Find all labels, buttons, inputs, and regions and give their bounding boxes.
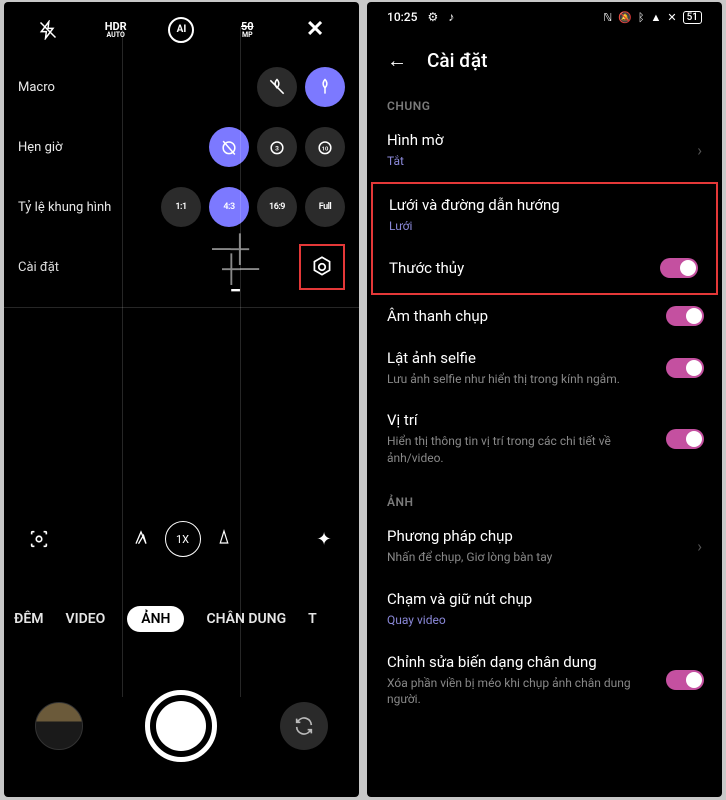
distortion-item[interactable]: Chỉnh sửa biến dạng chân dung Xóa phần v… [367, 641, 722, 721]
no-sim-icon: ✕ [667, 11, 676, 24]
mode-strip[interactable]: ĐÊM VIDEO ẢNH CHÂN DUNG T [4, 606, 359, 632]
settings-screen: 10:25 ⚙ ♪ ℕ 🔕 ᛒ ▲ ✕ 51 ← Cài đặt CHUNG H… [367, 2, 722, 797]
level-indicator-icon: ─┼ ┼─ ━ [212, 236, 259, 298]
settings-gear-highlight[interactable] [299, 244, 345, 290]
shutter-row [4, 690, 359, 762]
location-toggle[interactable] [666, 429, 704, 449]
zoom-1x-button[interactable]: 1X [165, 521, 201, 557]
level-toggle[interactable] [660, 258, 698, 278]
grid-item[interactable]: Lưới và đường dẫn hướng Lưới [373, 184, 716, 247]
settings-title: Cài đặt [427, 49, 487, 72]
timer-row: Hẹn giờ 3 10 [4, 117, 359, 177]
gallery-thumbnail[interactable] [35, 702, 83, 750]
sound-toggle[interactable] [666, 306, 704, 326]
status-time: 10:25 [387, 10, 417, 24]
close-icon[interactable]: ✕ [300, 15, 330, 45]
aspect-4-3-chip[interactable]: 4:3 [209, 187, 249, 227]
timer-label: Hẹn giờ [18, 140, 201, 155]
timer-off-chip[interactable] [209, 127, 249, 167]
svg-text:3: 3 [275, 144, 279, 152]
filters-icon[interactable]: ✦ [309, 524, 339, 554]
camera-topbar: HDR AUTO AI 50 MP ✕ [4, 2, 359, 57]
back-icon[interactable]: ← [387, 48, 407, 73]
level-item[interactable]: Thước thủy [373, 247, 716, 289]
chevron-right-icon: › [697, 537, 702, 556]
mode-more[interactable]: T [308, 611, 317, 627]
google-lens-icon[interactable] [24, 524, 54, 554]
watermark-item[interactable]: Hình mờ Tắt › [367, 119, 722, 182]
macro-row: Macro [4, 57, 359, 117]
mute-icon: 🔕 [618, 11, 632, 24]
bluetooth-icon: ᛒ [638, 11, 645, 24]
battery-level: 51 [683, 11, 702, 24]
wifi-icon: ▲ [651, 11, 662, 24]
settings-icon: ⚙ [427, 10, 438, 24]
tiktok-icon: ♪ [448, 10, 454, 24]
mode-night[interactable]: ĐÊM [14, 611, 43, 627]
flash-off-icon[interactable] [33, 15, 63, 45]
zoom-tele-icon[interactable] [215, 528, 233, 551]
chevron-right-icon: › [697, 141, 702, 160]
zoom-wide-icon[interactable] [131, 527, 151, 552]
camera-screen: HDR AUTO AI 50 MP ✕ Macro Hẹn giờ 3 [4, 2, 359, 797]
shutter-sound-item[interactable]: Âm thanh chụp [367, 295, 722, 337]
timer-3s-chip[interactable]: 3 [257, 127, 297, 167]
capture-method-item[interactable]: Phương pháp chụp Nhấn để chụp, Giơ lòng … [367, 515, 722, 578]
settings-header: ← Cài đặt [367, 32, 722, 83]
viewfinder-grid [4, 307, 359, 457]
status-bar: 10:25 ⚙ ♪ ℕ 🔕 ᛒ ▲ ✕ 51 [367, 2, 722, 32]
timer-10s-chip[interactable]: 10 [305, 127, 345, 167]
settings-label: Cài đặt [18, 260, 212, 275]
mode-video[interactable]: VIDEO [65, 611, 105, 627]
aspect-full-chip[interactable]: Full [305, 187, 345, 227]
section-general: CHUNG [367, 83, 722, 119]
nfc-icon: ℕ [603, 11, 612, 24]
macro-on-chip[interactable] [305, 67, 345, 107]
selfie-toggle[interactable] [666, 358, 704, 378]
ai-button[interactable]: AI [168, 17, 194, 43]
mode-photo[interactable]: ẢNH [127, 606, 184, 632]
camera-settings-row: Cài đặt ─┼ ┼─ ━ [4, 237, 359, 297]
aspect-1-1-chip[interactable]: 1:1 [161, 187, 201, 227]
hold-shutter-item[interactable]: Chạm và giữ nút chụp Quay video [367, 578, 722, 641]
macro-off-chip[interactable] [257, 67, 297, 107]
aspect-label: Tỷ lệ khung hình [18, 200, 153, 215]
aspect-16-9-chip[interactable]: 16:9 [257, 187, 297, 227]
mode-portrait[interactable]: CHÂN DUNG [206, 611, 286, 627]
shutter-button[interactable] [145, 690, 217, 762]
svg-text:10: 10 [322, 146, 329, 152]
highlighted-settings: Lưới và đường dẫn hướng Lưới Thước thủy [371, 182, 718, 295]
megapixel-button[interactable]: 50 MP [232, 15, 262, 45]
section-photo: ẢNH [367, 479, 722, 515]
distortion-toggle[interactable] [666, 670, 704, 690]
zoom-row: 1X ✦ [4, 521, 359, 557]
aspect-row: Tỷ lệ khung hình 1:1 4:3 16:9 Full [4, 177, 359, 237]
hdr-button[interactable]: HDR AUTO [101, 15, 131, 45]
macro-label: Macro [18, 80, 249, 95]
switch-camera-button[interactable] [280, 702, 328, 750]
location-item[interactable]: Vị trí Hiển thị thông tin vị trí trong c… [367, 399, 722, 479]
selfie-flip-item[interactable]: Lật ảnh selfie Lưu ảnh selfie như hiển t… [367, 337, 722, 400]
